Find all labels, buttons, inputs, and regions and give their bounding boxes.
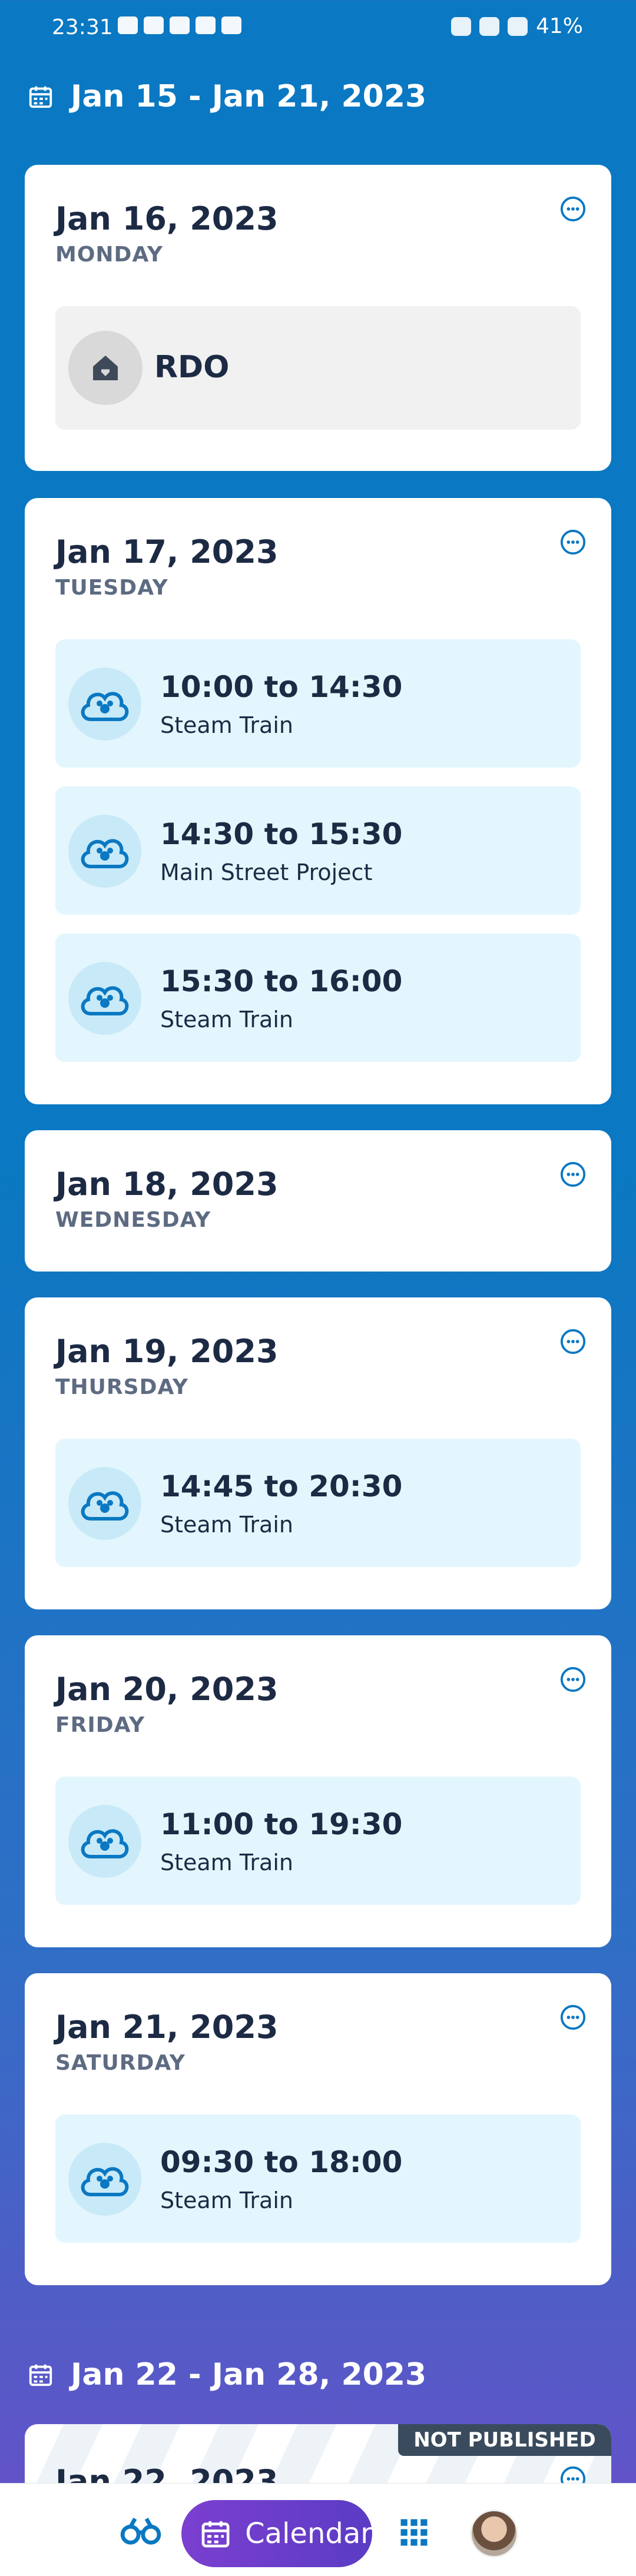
shift-location: Steam Train [160,712,293,738]
more-options-icon[interactable] [559,1666,587,1693]
rdo-label: RDO [154,350,230,385]
system-icons: 41% [450,14,583,38]
shift-item[interactable]: 14:30 to 15:30 Main Street Project [55,786,581,915]
shift-location: Main Street Project [160,859,373,885]
shift-time: 14:30 to 15:30 [160,817,403,851]
shift-item[interactable]: 10:00 to 14:30 Steam Train [55,639,581,768]
week-range: Jan 22 - Jan 28, 2023 [71,2357,427,2392]
shift-time: 15:30 to 16:00 [160,964,403,998]
day-weekday: FRIDAY [55,1713,145,1737]
shift-location: Steam Train [160,2187,293,2213]
shift-time: 09:30 to 18:00 [160,2145,403,2179]
gallery-icon [196,16,216,34]
cloud-mouse-icon [68,962,141,1035]
day-date: Jan 20, 2023 [55,1671,279,1708]
calendar-tab[interactable]: Calendar [181,2500,372,2567]
signal-icon [507,16,528,36]
day-card-friday[interactable]: Jan 20, 2023 FRIDAY 11:00 to 19:30 Steam… [25,1635,611,1947]
avatar[interactable] [470,2509,518,2558]
cloud-mouse-icon [68,668,141,741]
week-header: Jan 22 - Jan 28, 2023 [27,2351,426,2398]
rdo-block[interactable]: RDO [55,306,581,430]
cloud-mouse-icon [68,2143,141,2216]
shift-item[interactable]: 15:30 to 16:00 Steam Train [55,934,581,1062]
day-card-tuesday[interactable]: Jan 17, 2023 TUESDAY 10:00 to 14:30 Stea… [25,498,611,1104]
youtube-icon [144,16,164,34]
week-range: Jan 15 - Jan 21, 2023 [71,79,427,114]
shift-time: 11:00 to 19:30 [160,1807,403,1841]
day-card-monday[interactable]: Jan 16, 2023 MONDAY RDO [25,165,611,471]
day-card-wednesday[interactable]: Jan 18, 2023 WEDNESDAY [25,1130,611,1272]
shift-time: 10:00 to 14:30 [160,670,403,704]
telegram-icon [170,16,190,34]
youtube-icon [118,16,138,34]
apps-grid-icon[interactable] [398,2517,430,2548]
cloud-mouse-icon [68,815,141,888]
shift-location: Steam Train [160,1512,293,1538]
more-options-icon[interactable] [559,2004,587,2031]
more-options-icon[interactable] [559,195,587,223]
shift-item[interactable]: 11:00 to 19:30 Steam Train [55,1777,581,1905]
day-weekday: SATURDAY [55,2051,186,2075]
day-date: Jan 19, 2023 [55,1333,279,1370]
day-date: Jan 21, 2023 [55,2009,279,2046]
calendar-icon [29,2364,52,2386]
day-weekday: WEDNESDAY [55,1208,211,1232]
status-time: 23:31 [52,15,113,39]
more-options-icon[interactable] [559,1161,587,1188]
shift-item[interactable]: 09:30 to 18:00 Steam Train [55,2114,581,2243]
week-header: Jan 15 - Jan 21, 2023 [27,73,426,120]
alarm-icon [450,16,471,36]
shift-time: 14:45 to 20:30 [160,1469,403,1503]
cloud-mouse-icon [68,1805,141,1878]
lock-icon [221,16,241,34]
calendar-icon [29,86,52,108]
calendar-tab-label: Calendar [245,2517,372,2550]
notification-icons [118,16,241,34]
day-date: Jan 18, 2023 [55,1166,279,1203]
not-published-badge: NOT PUBLISHED [398,2424,611,2456]
day-weekday: THURSDAY [55,1375,188,1399]
day-card-thursday[interactable]: Jan 19, 2023 THURSDAY 14:45 to 20:30 Ste… [25,1297,611,1609]
cloud-mouse-icon [68,1467,141,1540]
day-date: Jan 16, 2023 [55,200,279,237]
battery-level: 41% [535,14,583,38]
shift-location: Steam Train [160,1850,293,1875]
bottom-navigation: Calendar [0,2483,636,2576]
calendar-icon [201,2521,230,2548]
day-card-saturday[interactable]: Jan 21, 2023 SATURDAY 09:30 to 18:00 Ste… [25,1973,611,2285]
wifi-icon [479,16,499,36]
day-date: Jan 17, 2023 [55,533,279,570]
day-weekday: MONDAY [55,243,163,267]
status-bar: 23:31 41% [0,0,636,57]
more-options-icon[interactable] [559,529,587,556]
day-weekday: TUESDAY [55,576,168,600]
shift-item[interactable]: 14:45 to 20:30 Steam Train [55,1439,581,1567]
binoculars-icon[interactable] [120,2514,161,2546]
more-options-icon[interactable] [559,1328,587,1355]
shift-location: Steam Train [160,1007,293,1033]
home-icon [68,331,143,405]
